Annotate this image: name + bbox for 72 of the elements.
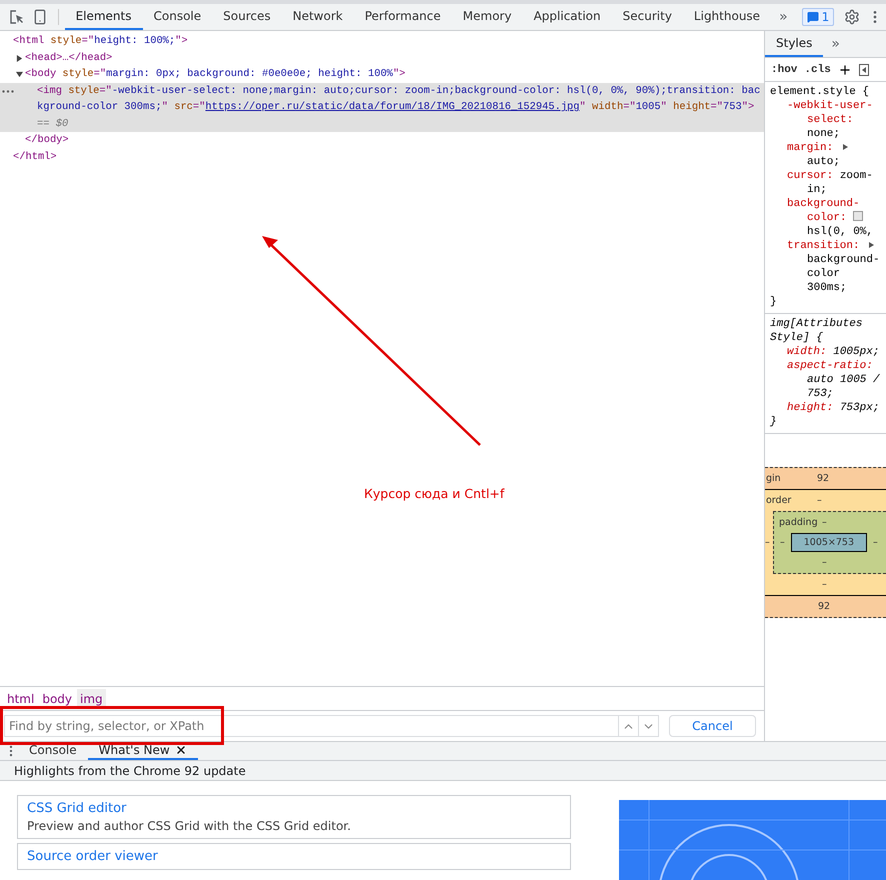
- box-value: –: [822, 517, 827, 528]
- panel-tab[interactable]: Lighthouse: [682, 4, 772, 30]
- more-tabs-button[interactable]: »: [823, 31, 848, 57]
- image-url-link[interactable]: https://oper.ru/static/data/forum/18/IMG_20210816_152945.jpg: [205, 101, 580, 113]
- rule-close: }: [770, 296, 777, 308]
- search-field[interactable]: Find by string, selector, or XPath: [4, 715, 659, 737]
- cancel-button[interactable]: Cancel: [669, 715, 756, 737]
- style-property: background-color: hsl(0, 0%,: [786, 197, 874, 239]
- filter-toggle[interactable]: :hov: [771, 64, 798, 76]
- rule-close: }: [770, 416, 777, 428]
- dom-node-code: <html style="height: 100%;">: [13, 34, 189, 49]
- panel-tab[interactable]: Console: [142, 4, 212, 30]
- annotation-text: Курсор сюда и Cntl+f: [364, 486, 504, 501]
- sidebar-toggle-icon[interactable]: [858, 64, 869, 76]
- box-value: –: [822, 579, 827, 590]
- style-property: height: 753px;: [786, 401, 880, 415]
- breadcrumb[interactable]: body: [39, 688, 76, 708]
- box-value: –: [765, 537, 771, 548]
- content-box: 1005×753: [790, 533, 868, 552]
- collapsed-triangle-icon[interactable]: [16, 54, 23, 62]
- breadcrumb[interactable]: html: [4, 688, 38, 708]
- feature-card[interactable]: CSS Grid editor Preview and author CSS Grid with the CSS Grid editor.: [17, 795, 571, 839]
- box-label: order: [765, 495, 792, 506]
- color-swatch[interactable]: [853, 211, 864, 221]
- expand-triangle-icon[interactable]: [869, 242, 874, 248]
- rule-selector: element.style {: [770, 86, 870, 98]
- box-value: –: [822, 557, 827, 568]
- box-value: 92: [818, 601, 830, 612]
- breadcrumb[interactable]: img: [77, 688, 106, 708]
- add-rule-icon[interactable]: [838, 62, 852, 76]
- style-property: aspect-ratio: auto 1005 / 753;: [786, 359, 881, 401]
- expanded-triangle-icon[interactable]: [16, 71, 23, 78]
- more-tabs-button[interactable]: »: [771, 4, 796, 30]
- styles-tab[interactable]: Styles: [765, 31, 824, 57]
- panel-tab[interactable]: Application: [522, 4, 612, 30]
- panel-tab[interactable]: Memory: [452, 4, 523, 30]
- style-property: margin: auto;: [770, 141, 881, 169]
- panel-tab[interactable]: Security: [612, 4, 683, 30]
- feature-title[interactable]: CSS Grid editor: [27, 801, 561, 816]
- style-property: transition: background-color 300ms;: [786, 239, 881, 295]
- dom-node-code: <body style="margin: 0px; background: #0e0e0e; height: 100%">: [25, 67, 406, 82]
- dom-row[interactable]: <head>…</head>: [0, 50, 764, 66]
- style-property: -webkit-user-select: none;: [786, 99, 874, 141]
- dom-row[interactable]: <body style="margin: 0px; background: #0e0e0e; height: 100%">: [0, 66, 764, 82]
- feature-description: Preview and author CSS Grid with the CSS Grid editor.: [27, 819, 352, 833]
- box-label: padding: [778, 517, 819, 528]
- feature-title[interactable]: Source order viewer: [27, 849, 561, 864]
- more-icon[interactable]: [2, 90, 14, 92]
- box-value: 92: [817, 473, 830, 484]
- rule-selector: img[Attributes Style] {: [770, 318, 862, 344]
- dom-node-code: <head>…</head>: [25, 50, 114, 66]
- closing-tag-code: </body>: [25, 133, 70, 148]
- expand-triangle-icon[interactable]: [842, 144, 848, 150]
- panel-tab[interactable]: Network: [282, 4, 354, 30]
- box-value: –: [780, 537, 785, 548]
- panel-tab[interactable]: Performance: [354, 4, 452, 30]
- filter-toggle[interactable]: .cls: [804, 64, 831, 76]
- issues-badge[interactable]: 1: [802, 8, 834, 26]
- closing-tag-code: </html>: [13, 150, 58, 164]
- box-value: –: [873, 537, 878, 548]
- box-label: gin: [765, 473, 782, 484]
- box-value: –: [817, 495, 822, 506]
- dom-row[interactable]: <html style="height: 100%;">: [0, 33, 764, 50]
- feature-card[interactable]: Source order viewer: [17, 843, 571, 870]
- dom-node-code: <img style="-webkit-user-select: none;margin: auto;cursor: zoom-in;background-color: hsl(0, 0%, 90%);transition: background-color 300ms;" src="https://oper.ru/static/data/forum/18/IMG_20210816_152945.jpg" width="1005" height="753"> == $0: [37, 84, 762, 132]
- panel-tab[interactable]: Elements: [64, 4, 142, 30]
- style-property: cursor: zoom-in;: [786, 169, 874, 197]
- style-property: width: 1005px;: [786, 345, 880, 359]
- panel-tab[interactable]: Sources: [212, 4, 282, 30]
- drawer-tab[interactable]: Console: [18, 742, 88, 760]
- whats-new-headline: Highlights from the Chrome 92 update: [0, 761, 886, 781]
- close-icon[interactable]: [174, 744, 187, 756]
